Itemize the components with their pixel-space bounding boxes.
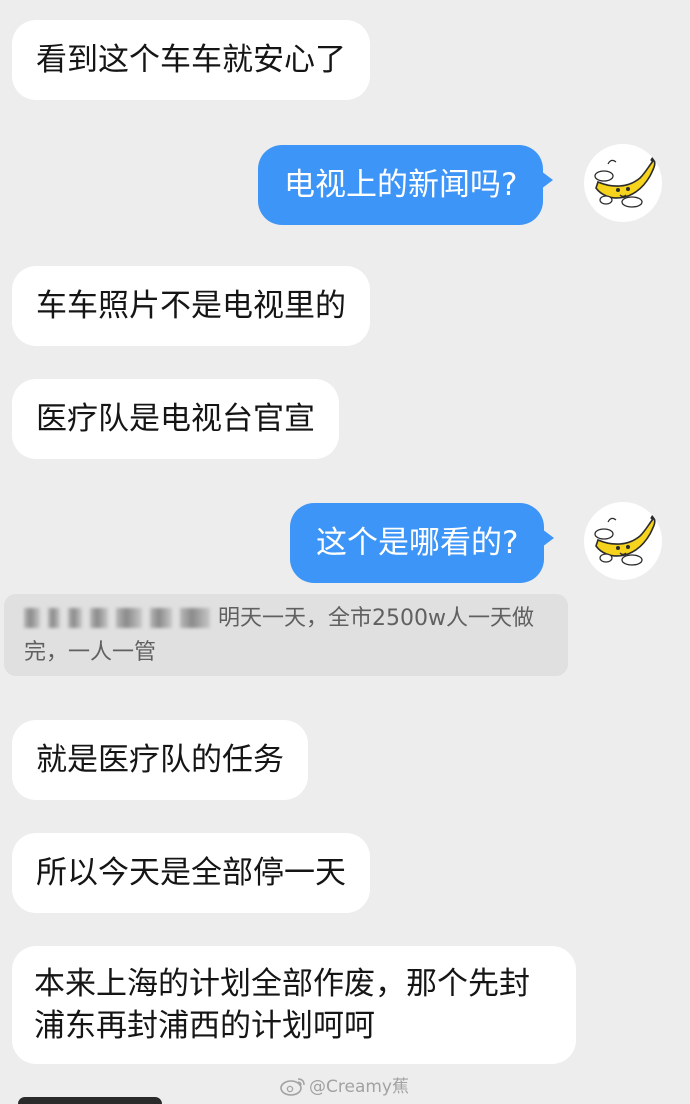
message-bubble-outgoing[interactable]: 这个是哪看的? [290, 503, 555, 583]
message-bubble-incoming[interactable]: 所以今天是全部停一天 [12, 833, 370, 913]
bottom-dark-tab [18, 1097, 162, 1104]
message-text: 看到这个车车就安心了 [36, 42, 346, 78]
message-bubble-incoming[interactable]: 医疗队是电视台官宣 [12, 379, 339, 459]
message-text: 本来上海的计划全部作废，那个先封浦东再封浦西的计划呵呵 [34, 966, 530, 1044]
chat-view: 看到这个车车就安心了 电视上的新闻吗? 车车照片不是电视里的 医疗队是电视台官宣… [0, 0, 690, 1104]
banana-avatar-icon[interactable] [584, 144, 662, 222]
message-bubble-outgoing[interactable]: 电视上的新闻吗? [258, 145, 554, 225]
redacted-text [24, 606, 218, 631]
watermark-text: @Creamy蕉 [309, 1077, 409, 1097]
watermark: @Creamy蕉 [280, 1072, 409, 1097]
message-text: 医疗队是电视台官宣 [36, 401, 315, 437]
message-bubble-incoming[interactable]: 本来上海的计划全部作废，那个先封浦东再封浦西的计划呵呵 [12, 946, 576, 1064]
message-bubble-incoming[interactable]: 车车照片不是电视里的 [12, 266, 370, 346]
message-text: 电视上的新闻吗? [284, 167, 518, 203]
message-bubble-incoming[interactable]: 就是医疗队的任务 [12, 720, 308, 800]
weibo-icon [280, 1078, 305, 1096]
quoted-message[interactable]: 明天一天，全市2500w人一天做完，一人一管 [4, 594, 568, 676]
message-text: 所以今天是全部停一天 [36, 855, 346, 891]
message-text: 就是医疗队的任务 [36, 742, 284, 778]
message-bubble-incoming[interactable]: 看到这个车车就安心了 [12, 20, 370, 100]
message-text: 这个是哪看的? [316, 525, 519, 561]
banana-avatar-icon[interactable] [584, 502, 662, 580]
message-text: 车车照片不是电视里的 [36, 288, 346, 324]
